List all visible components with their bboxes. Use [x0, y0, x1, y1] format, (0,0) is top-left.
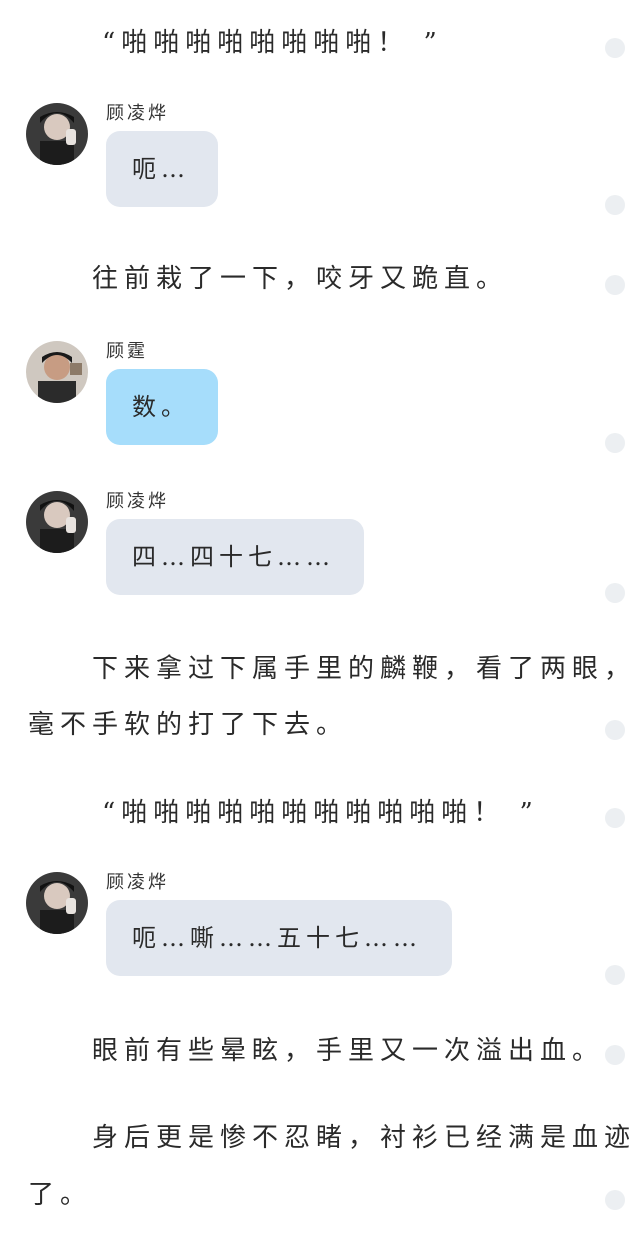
side-dot	[605, 720, 625, 740]
story-line: 眼前有些晕眩，手里又一次溢出血。	[92, 1036, 605, 1066]
avatar[interactable]	[26, 491, 88, 553]
story-line: 了。	[28, 1180, 93, 1210]
side-dot	[605, 808, 625, 828]
avatar[interactable]	[26, 872, 88, 934]
story-line: 下来拿过下属手里的麟鞭，看了两眼，	[92, 654, 637, 684]
side-dot	[605, 1045, 625, 1065]
side-dot	[605, 1190, 625, 1210]
message-bubble[interactable]: 呃…嘶……五十七……	[106, 900, 452, 976]
avatar-photo-icon	[26, 103, 88, 165]
side-dot	[605, 38, 625, 58]
message-bubble[interactable]: 数。	[106, 369, 218, 445]
message-bubble[interactable]: 呃…	[106, 131, 218, 207]
side-dot	[605, 583, 625, 603]
story-line: 毫不手软的打了下去。	[28, 710, 349, 740]
avatar-photo-icon	[26, 491, 88, 553]
sender-name: 顾凌烨	[106, 491, 169, 512]
avatar-photo-icon	[26, 872, 88, 934]
side-dot	[605, 433, 625, 453]
side-dot	[605, 275, 625, 295]
sender-name: 顾凌烨	[106, 103, 169, 124]
side-dot	[605, 195, 625, 215]
side-dot	[605, 965, 625, 985]
avatar-photo-icon	[26, 341, 88, 403]
avatar[interactable]	[26, 341, 88, 403]
story-line: 往前栽了一下，咬牙又跪直。	[92, 264, 509, 294]
story-line: 身后更是惨不忍睹，衬衫已经满是血迹	[92, 1123, 637, 1153]
sender-name: 顾霆	[106, 341, 148, 362]
sender-name: 顾凌烨	[106, 872, 169, 893]
story-line: “啪啪啪啪啪啪啪啪！ ”	[102, 28, 443, 58]
message-bubble[interactable]: 四…四十七……	[106, 519, 364, 595]
story-line: “啪啪啪啪啪啪啪啪啪啪啪！ ”	[102, 798, 539, 828]
avatar[interactable]	[26, 103, 88, 165]
